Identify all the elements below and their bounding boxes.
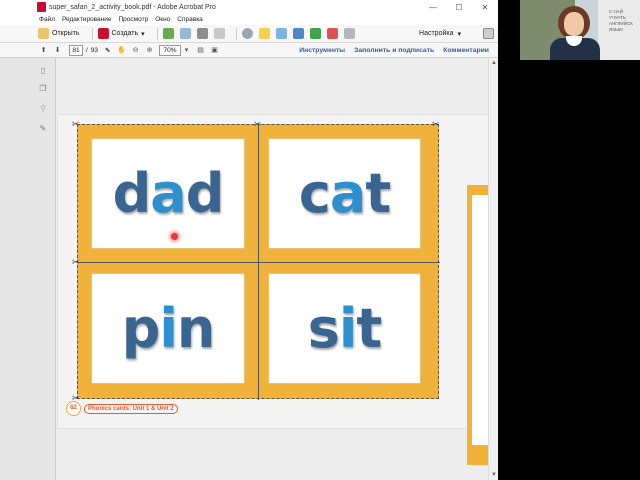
chevron-down-icon: ▾: [457, 30, 461, 38]
next-page-partial: [467, 185, 488, 465]
page-number-badge: 82: [66, 401, 81, 416]
fit-page-icon[interactable]: ▤: [196, 46, 205, 55]
card-letter: t: [365, 162, 391, 225]
next-page-icon[interactable]: ⬇: [53, 46, 62, 55]
maximize-button[interactable]: ☐: [446, 3, 472, 12]
page-separator: /: [86, 46, 88, 54]
page-number-input[interactable]: 81: [69, 44, 83, 56]
page-footer: 82 Phonics cards: Unit 1 & Unit 2: [66, 401, 178, 416]
hand-tool-icon[interactable]: ✋: [117, 46, 126, 55]
right-panel-links: Инструменты Заполнить и подписать Коммен…: [299, 47, 498, 54]
share-icon[interactable]: [326, 28, 338, 39]
phonics-cards-grid: ✂ ✂ ✂ ✂ ✂ dad cat pin sit: [72, 119, 440, 403]
open-button[interactable]: Открыть: [38, 27, 80, 41]
page-thumbnails-icon[interactable]: ▯: [38, 66, 48, 76]
card-letter: n: [176, 297, 215, 360]
toolbar-divider: [156, 27, 158, 40]
zoom-level-input[interactable]: 70%: [159, 44, 182, 56]
toolbar-divider: [91, 27, 93, 40]
cut-line-horizontal: [78, 262, 440, 263]
scissors-icon: ✂: [72, 119, 80, 129]
create-label: Создать: [111, 30, 139, 37]
zoom-in-icon[interactable]: ⊕: [145, 46, 154, 55]
print-icon[interactable]: [196, 28, 208, 39]
customize-label: Настройка: [419, 30, 454, 37]
attach-icon[interactable]: [343, 28, 355, 39]
card-letter: d: [185, 162, 225, 225]
phonics-card-cat: cat: [268, 138, 421, 249]
card-vowel: a: [150, 162, 186, 225]
footer-caption: Phonics cards: Unit 1 & Unit 2: [84, 403, 178, 414]
next-page-card-edge: [472, 195, 488, 445]
scroll-up-icon[interactable]: ▲: [490, 60, 498, 66]
expand-icon[interactable]: [483, 28, 494, 39]
card-letter: t: [356, 297, 382, 360]
menu-view[interactable]: Просмотр: [119, 16, 149, 23]
create-dropdown-icon: ▾: [141, 30, 145, 38]
zoom-out-icon[interactable]: ⊖: [131, 46, 140, 55]
tools-link[interactable]: Инструменты: [299, 47, 345, 54]
gear-icon[interactable]: [241, 28, 253, 39]
card-letter: c: [298, 162, 331, 225]
previous-page-icon[interactable]: ⬆: [39, 46, 48, 55]
comment-icon[interactable]: [258, 28, 270, 39]
minimize-button[interactable]: —: [420, 3, 446, 12]
window-title: super_safari_2_activity_book.pdf - Adobe…: [49, 3, 216, 11]
sign-icon[interactable]: [292, 28, 304, 39]
fit-width-icon[interactable]: ▣: [210, 46, 219, 55]
menu-bar: Файл Редактирование Просмотр Окно Справк…: [0, 14, 498, 25]
acrobat-pdf-icon: [37, 2, 46, 12]
fill-and-sign-link[interactable]: Заполнить и подписать: [354, 47, 434, 54]
cloud-upload-icon[interactable]: [179, 28, 191, 39]
select-cursor-icon[interactable]: ⬉: [103, 46, 112, 55]
navigation-toolbar: ⬆ ⬇ 81 / 93 ⬉ ✋ ⊖ ⊕ 70% ▾ ▤ ▣ Инструмент…: [0, 43, 498, 58]
bookmarks-icon[interactable]: ❐: [38, 84, 48, 94]
document-viewport[interactable]: ✂ ✂ ✂ ✂ ✂ dad cat pin sit 82 Phonics car…: [56, 58, 488, 480]
menu-file[interactable]: Файл: [39, 16, 55, 23]
presenter-face: [564, 12, 584, 36]
create-pdf-icon: [97, 28, 109, 39]
save-icon[interactable]: [162, 28, 174, 39]
signatures-icon[interactable]: ✎: [38, 124, 48, 134]
phonics-card-pin: pin: [91, 273, 245, 384]
scissors-icon: ✂: [254, 119, 262, 129]
card-vowel: a: [329, 162, 366, 225]
phonics-card-dad: dad: [91, 138, 245, 249]
close-button[interactable]: ✕: [472, 3, 498, 12]
zoom-dropdown-icon[interactable]: ▾: [182, 46, 191, 55]
menu-edit[interactable]: Редактирование: [62, 16, 112, 23]
main-toolbar: Открыть Создать ▾ Настройка ▾: [0, 25, 498, 43]
folder-icon: [38, 28, 49, 39]
menu-help[interactable]: Справка: [177, 16, 203, 23]
stamp-icon[interactable]: [309, 28, 321, 39]
menu-window[interactable]: Окно: [155, 16, 170, 23]
highlight-icon[interactable]: [275, 28, 287, 39]
mouse-pointer-highlight: [171, 233, 178, 240]
card-vowel: i: [338, 297, 357, 360]
card-letter: p: [121, 297, 161, 360]
customize-dropdown[interactable]: Настройка ▾: [419, 27, 461, 41]
navigation-pane: ▯ ❐ ⚲ ✎: [0, 58, 56, 480]
card-letter: s: [307, 297, 340, 360]
phonics-card-sit: sit: [268, 273, 421, 384]
pdf-page: ✂ ✂ ✂ ✂ ✂ dad cat pin sit 82 Phonics car…: [58, 115, 488, 465]
scissors-icon: ✂: [432, 119, 440, 129]
open-label: Открыть: [52, 30, 80, 37]
comments-link[interactable]: Комментарии: [443, 47, 489, 54]
vertical-scrollbar[interactable]: ▲ ▼: [488, 58, 498, 480]
scissors-icon: ✂: [72, 257, 80, 267]
scroll-down-icon[interactable]: ▼: [490, 472, 498, 478]
total-pages: 93: [90, 46, 99, 54]
webcam-overlay: С НАЙ УЧУАТЬ АНГЛИЙСК ЯЗЫК!: [520, 0, 640, 60]
create-button[interactable]: Создать ▾: [97, 27, 145, 41]
acrobat-window: super_safari_2_activity_book.pdf - Adobe…: [0, 0, 498, 480]
title-bar: super_safari_2_activity_book.pdf - Adobe…: [0, 0, 498, 14]
attachments-icon[interactable]: ⚲: [38, 104, 48, 114]
card-vowel: i: [159, 297, 177, 360]
toolbar-divider: [235, 27, 237, 40]
card-letter: d: [112, 162, 152, 225]
webcam-poster-text: С НАЙ УЧУАТЬ АНГЛИЙСК ЯЗЫК!: [609, 9, 633, 32]
email-icon[interactable]: [213, 28, 225, 39]
